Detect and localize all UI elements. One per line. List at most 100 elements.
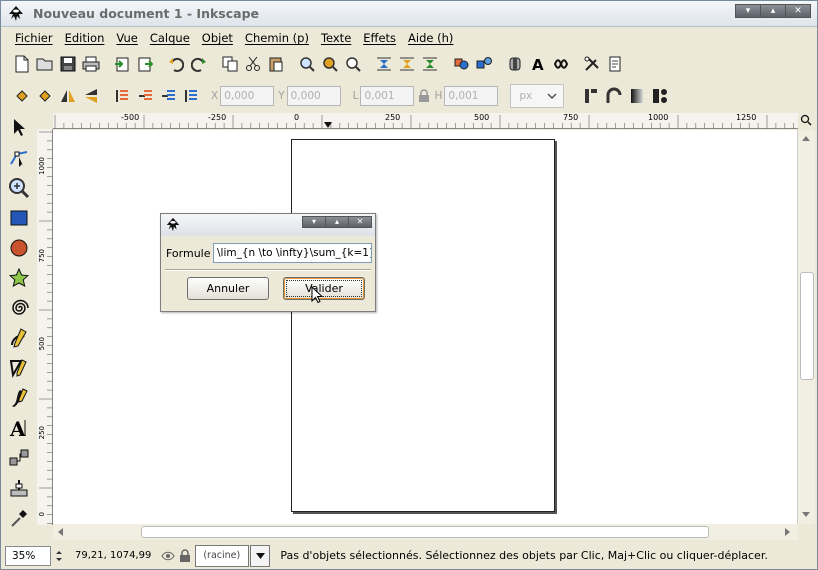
- scroll-down-icon[interactable]: [801, 511, 811, 519]
- dropper-tool[interactable]: [4, 503, 34, 533]
- arrange-icon: [423, 57, 437, 71]
- arrange-button[interactable]: [419, 53, 441, 75]
- height-field[interactable]: 0,001: [444, 86, 499, 106]
- connector-tool[interactable]: [4, 443, 34, 473]
- cut-button[interactable]: [242, 53, 264, 75]
- scale-corners-button[interactable]: [603, 85, 625, 107]
- star-tool[interactable]: [4, 263, 34, 293]
- menu-chemin[interactable]: Chemin (p): [239, 31, 315, 45]
- horizontal-scrollbar[interactable]: [53, 524, 798, 540]
- distribute-button[interactable]: [396, 53, 418, 75]
- maximize-button[interactable]: ▴: [760, 4, 786, 18]
- menu-fichier[interactable]: Fichier: [9, 31, 59, 45]
- y-label: Y: [278, 90, 285, 102]
- undo-button[interactable]: [165, 53, 187, 75]
- vertical-scrollbar[interactable]: [797, 130, 815, 524]
- selector-tool[interactable]: [4, 113, 34, 143]
- menu-aide[interactable]: Aide (h): [402, 31, 459, 45]
- node-tool[interactable]: [4, 143, 34, 173]
- pen-tool[interactable]: [4, 353, 34, 383]
- xml-editor-button[interactable]: [550, 53, 572, 75]
- paste-button[interactable]: [265, 53, 287, 75]
- group-button[interactable]: [450, 53, 472, 75]
- zoom-selection-button[interactable]: [296, 53, 318, 75]
- lower-to-bottom-button[interactable]: [180, 85, 202, 107]
- dialog-minimize-button[interactable]: ▾: [302, 216, 326, 228]
- zoom-corner-icon[interactable]: [800, 114, 812, 126]
- connector-icon: [9, 449, 29, 466]
- zoom-selection-icon: [300, 57, 315, 72]
- vertical-scroll-thumb[interactable]: [800, 272, 814, 380]
- cancel-button[interactable]: Annuler: [187, 277, 269, 300]
- fill-stroke-button[interactable]: [504, 53, 526, 75]
- flip-vertical-button[interactable]: [80, 85, 102, 107]
- ellipse-tool[interactable]: [4, 233, 34, 263]
- scroll-right-icon[interactable]: [784, 527, 792, 537]
- ungroup-button[interactable]: [473, 53, 495, 75]
- export-button[interactable]: [134, 53, 156, 75]
- rotate-cw-button[interactable]: [34, 85, 56, 107]
- status-bar: 35% 79,21, 1074,99 (racine) Pas d'objets…: [1, 542, 817, 569]
- flip-horizontal-button[interactable]: [57, 85, 79, 107]
- transform-gradients-button[interactable]: [626, 85, 648, 107]
- x-field[interactable]: 0,000: [220, 86, 275, 106]
- raise-to-top-button[interactable]: [111, 85, 133, 107]
- close-button[interactable]: ✕: [785, 4, 811, 18]
- validate-button[interactable]: Valider: [283, 277, 365, 300]
- chevron-down-icon: [547, 93, 557, 99]
- calligraphy-tool[interactable]: [4, 383, 34, 413]
- gradient-tool[interactable]: [4, 473, 34, 503]
- zoom-spin-icon[interactable]: [55, 549, 63, 563]
- dialog-close-button[interactable]: ✕: [348, 216, 372, 228]
- drawing-canvas[interactable]: [53, 130, 797, 524]
- unit-select[interactable]: px: [510, 84, 565, 108]
- rotate-ccw-button[interactable]: [11, 85, 33, 107]
- width-field[interactable]: 0,001: [360, 86, 415, 106]
- text-tool[interactable]: A: [4, 413, 34, 443]
- layer-dropdown-button[interactable]: [250, 544, 271, 567]
- x-label: X: [211, 90, 219, 102]
- raise-button[interactable]: [134, 85, 156, 107]
- menu-vue[interactable]: Vue: [110, 31, 143, 45]
- zoom-page-button[interactable]: [342, 53, 364, 75]
- visibility-eye-icon[interactable]: [161, 550, 175, 562]
- import-button[interactable]: [111, 53, 133, 75]
- text-font-button[interactable]: A: [527, 53, 549, 75]
- lower-button[interactable]: [157, 85, 179, 107]
- scale-stroke-button[interactable]: [580, 85, 602, 107]
- layer-lock-icon[interactable]: [179, 548, 191, 563]
- pencil-tool[interactable]: [4, 323, 34, 353]
- scroll-left-icon[interactable]: [56, 527, 64, 537]
- zoom-field[interactable]: 35%: [5, 545, 51, 566]
- minimize-button[interactable]: ▾: [735, 4, 761, 18]
- lock-icon[interactable]: [418, 89, 430, 103]
- new-document-button[interactable]: [11, 53, 33, 75]
- open-button[interactable]: [34, 53, 56, 75]
- menu-effets[interactable]: Effets: [357, 31, 402, 45]
- document-properties-button[interactable]: [604, 53, 626, 75]
- redo-button[interactable]: [188, 53, 210, 75]
- zoom-drawing-button[interactable]: [319, 53, 341, 75]
- dialog-maximize-button[interactable]: ▴: [325, 216, 349, 228]
- preferences-button[interactable]: [581, 53, 603, 75]
- rectangle-tool[interactable]: [4, 203, 34, 233]
- align-button[interactable]: [373, 53, 395, 75]
- copy-button[interactable]: [219, 53, 241, 75]
- formula-input[interactable]: \lim_{n \to \infty}\sum_{k=1}^n: [213, 243, 372, 263]
- menu-edition[interactable]: Edition: [59, 31, 111, 45]
- menu-objet[interactable]: Objet: [196, 31, 239, 45]
- transform-patterns-icon: [653, 89, 668, 103]
- scroll-up-icon[interactable]: [801, 134, 811, 142]
- current-layer-field[interactable]: (racine): [195, 544, 250, 567]
- print-button[interactable]: [80, 53, 102, 75]
- menu-texte[interactable]: Texte: [315, 31, 357, 45]
- zoom-page-icon: [346, 57, 361, 72]
- spiral-tool[interactable]: [4, 293, 34, 323]
- horizontal-scroll-thumb[interactable]: [141, 526, 709, 538]
- transform-patterns-button[interactable]: [649, 85, 671, 107]
- save-button[interactable]: [57, 53, 79, 75]
- zoom-tool[interactable]: [4, 173, 34, 203]
- y-field[interactable]: 0,000: [286, 86, 341, 106]
- menu-calque[interactable]: Calque: [144, 31, 196, 45]
- new-document-icon: [15, 55, 29, 73]
